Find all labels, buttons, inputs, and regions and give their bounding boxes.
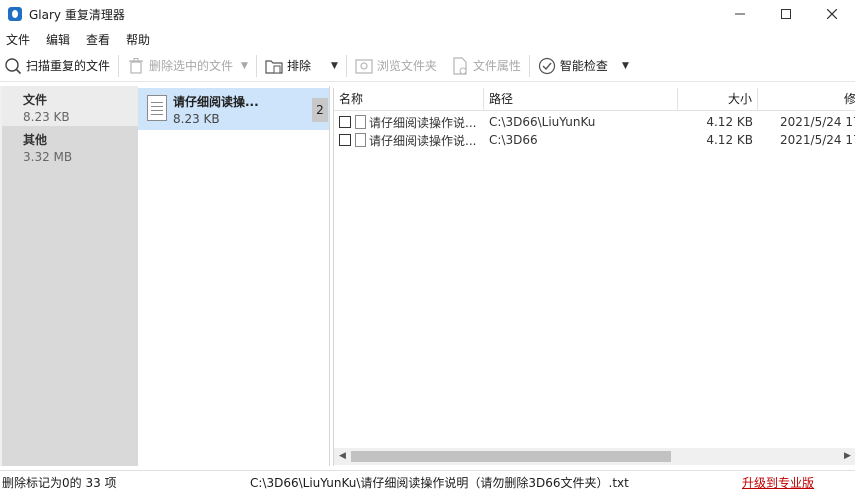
folder-search-icon [355, 57, 373, 75]
status-bar: 删除标记为0的 33 项 C:\3D66\LiuYunKu\请仔细阅读操作说明（… [0, 470, 855, 490]
window-title: Glary 重复清理器 [29, 7, 125, 22]
toolbar-divider [528, 54, 530, 77]
maximize-icon [781, 9, 791, 19]
browse-folder-label: 浏览文件夹 [376, 59, 437, 73]
exclude-button[interactable]: 排除 ▼ [261, 52, 342, 80]
chevron-down-icon[interactable]: ▼ [331, 61, 338, 71]
toolbar-divider [118, 54, 120, 77]
file-properties-icon [451, 56, 469, 75]
file-list-header: 名称 路径 大小 修 [334, 88, 855, 111]
delete-selected-button[interactable]: 删除选中的文件 ▼ [123, 52, 252, 80]
file-modified: 2021/5/24 17 [780, 115, 855, 129]
exclude-label: 排除 [286, 59, 311, 73]
search-icon [4, 57, 22, 75]
category-name: 其他 [23, 133, 48, 147]
minimize-icon [735, 13, 745, 15]
app-logo-icon [8, 7, 22, 21]
group-name: 请仔细阅读操... [173, 95, 259, 109]
chevron-down-icon[interactable]: ▼ [241, 61, 248, 71]
column-header-size[interactable]: 大小 [678, 88, 758, 111]
file-modified: 2021/5/24 17 [780, 133, 855, 147]
toolbar: 扫描重复的文件 删除选中的文件 ▼ 排除 ▼ 浏览文件夹 文件属性 智能检查 ▼ [0, 50, 855, 82]
category-size: 8.23 KB [23, 110, 70, 124]
column-header-modified[interactable]: 修 [758, 88, 855, 111]
file-size: 4.12 KB [706, 115, 753, 129]
file-name: 请仔细阅读操作说... [369, 115, 477, 130]
duplicate-group-panel: 请仔细阅读操... 8.23 KB 2 [138, 86, 330, 466]
scan-duplicates-label: 扫描重复的文件 [26, 59, 111, 73]
category-item-files[interactable]: 文件 8.23 KB [2, 86, 138, 126]
group-count-badge: 2 [312, 98, 328, 122]
smart-check-label: 智能检查 [559, 59, 608, 73]
text-file-icon [355, 133, 366, 147]
title-bar: Glary 重复清理器 [0, 0, 855, 28]
menu-edit[interactable]: 编辑 [40, 31, 76, 48]
menu-bar: 文件 编辑 查看 帮助 [0, 29, 855, 49]
upgrade-link[interactable]: 升级到专业版 [742, 474, 814, 490]
minimize-button[interactable] [717, 0, 763, 28]
file-properties-button[interactable]: 文件属性 [447, 52, 525, 80]
check-circle-icon [538, 57, 556, 75]
file-path: C:\3D66 [489, 133, 538, 147]
menu-help[interactable]: 帮助 [120, 31, 156, 48]
exclude-folder-icon [265, 57, 283, 75]
file-name-cell: 请仔细阅读操作说... [334, 132, 484, 149]
close-icon [827, 9, 837, 19]
file-list: 名称 路径 大小 修 请仔细阅读操作说... C:\3D66\LiuYunKu … [333, 88, 855, 466]
file-properties-label: 文件属性 [472, 59, 521, 73]
menu-view[interactable]: 查看 [80, 31, 116, 48]
category-size: 3.32 MB [23, 150, 73, 164]
file-checkbox[interactable] [339, 134, 351, 146]
maximize-button[interactable] [763, 0, 809, 28]
close-button[interactable] [809, 0, 855, 28]
browse-folder-button[interactable]: 浏览文件夹 [351, 52, 441, 80]
text-file-icon [355, 115, 366, 129]
window-controls [717, 0, 855, 28]
scroll-right-icon[interactable]: ▶ [841, 450, 854, 463]
file-name: 请仔细阅读操作说... [369, 133, 477, 148]
file-size: 4.12 KB [706, 133, 753, 147]
file-row[interactable]: 请仔细阅读操作说... C:\3D66\LiuYunKu 4.12 KB 202… [334, 113, 855, 131]
column-header-path[interactable]: 路径 [484, 88, 678, 111]
chevron-down-icon[interactable]: ▼ [622, 61, 629, 71]
file-path: C:\3D66\LiuYunKu [489, 115, 596, 129]
delete-selected-label: 删除选中的文件 [149, 59, 234, 73]
text-file-icon [147, 95, 167, 121]
status-file-path: C:\3D66\LiuYunKu\请仔细阅读操作说明（请勿删除3D66文件夹）.… [250, 476, 629, 490]
scroll-left-icon[interactable]: ◀ [336, 450, 349, 463]
file-row[interactable]: 请仔细阅读操作说... C:\3D66 4.12 KB 2021/5/24 17 [334, 131, 855, 149]
duplicate-group-item[interactable]: 请仔细阅读操... 8.23 KB 2 [138, 88, 329, 130]
horizontal-scrollbar[interactable]: ◀ ▶ [334, 448, 855, 465]
category-name: 文件 [23, 93, 48, 107]
category-item-other[interactable]: 其他 3.32 MB [2, 126, 138, 166]
smart-check-button[interactable]: 智能检查 ▼ [534, 52, 633, 80]
menu-file[interactable]: 文件 [0, 31, 36, 48]
trash-icon [127, 57, 145, 75]
group-size: 8.23 KB [173, 112, 220, 126]
column-header-name[interactable]: 名称 [334, 88, 484, 111]
scrollbar-thumb[interactable] [351, 451, 671, 462]
toolbar-divider [255, 54, 257, 77]
file-checkbox[interactable] [339, 116, 351, 128]
status-marked-count: 删除标记为0的 33 项 [2, 476, 117, 490]
file-name-cell: 请仔细阅读操作说... [334, 114, 484, 131]
category-panel: 文件 8.23 KB 其他 3.32 MB [0, 86, 138, 466]
toolbar-divider [345, 54, 347, 77]
scan-duplicates-button[interactable]: 扫描重复的文件 [0, 52, 114, 80]
